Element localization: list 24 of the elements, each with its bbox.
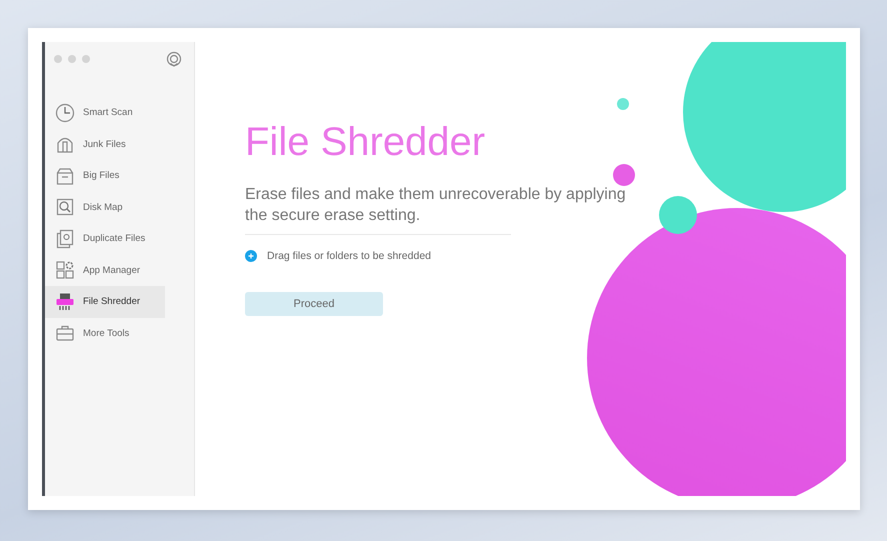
toolbox-icon bbox=[55, 323, 75, 344]
window-zoom-button[interactable] bbox=[82, 55, 90, 63]
box-icon bbox=[55, 166, 75, 186]
description-text: Erase files and make them unrecoverable by applying the secure erase setting. bbox=[245, 185, 627, 226]
sidebar-item[interactable]: Big Files bbox=[45, 160, 165, 192]
magnifier-icon bbox=[55, 197, 75, 218]
sidebar-item[interactable]: App Manager bbox=[45, 254, 165, 286]
sidebar-item[interactable]: Junk Files bbox=[45, 128, 165, 160]
sidebar-item[interactable]: More Tools bbox=[45, 318, 165, 349]
window-minimize-button[interactable] bbox=[68, 55, 76, 63]
documents-icon bbox=[55, 228, 75, 249]
shredder-icon bbox=[55, 292, 75, 312]
add-icon[interactable] bbox=[245, 250, 257, 262]
clock-icon bbox=[55, 102, 75, 123]
drop-hint: Drag files or folders to be shredded bbox=[267, 250, 432, 262]
sidebar-item[interactable]: Duplicate Files bbox=[45, 223, 165, 254]
sidebar-item[interactable]: File Shredder bbox=[45, 286, 165, 318]
sidebar-item[interactable]: Disk Map bbox=[45, 192, 165, 223]
support-icon[interactable] bbox=[166, 51, 182, 67]
grid-gear-icon bbox=[55, 260, 75, 280]
proceed-button[interactable]: Proceed bbox=[245, 292, 383, 316]
sidebar-item[interactable]: Smart Scan bbox=[45, 97, 165, 128]
window-close-button[interactable] bbox=[54, 55, 62, 63]
page-title: File Shredder bbox=[245, 122, 486, 162]
